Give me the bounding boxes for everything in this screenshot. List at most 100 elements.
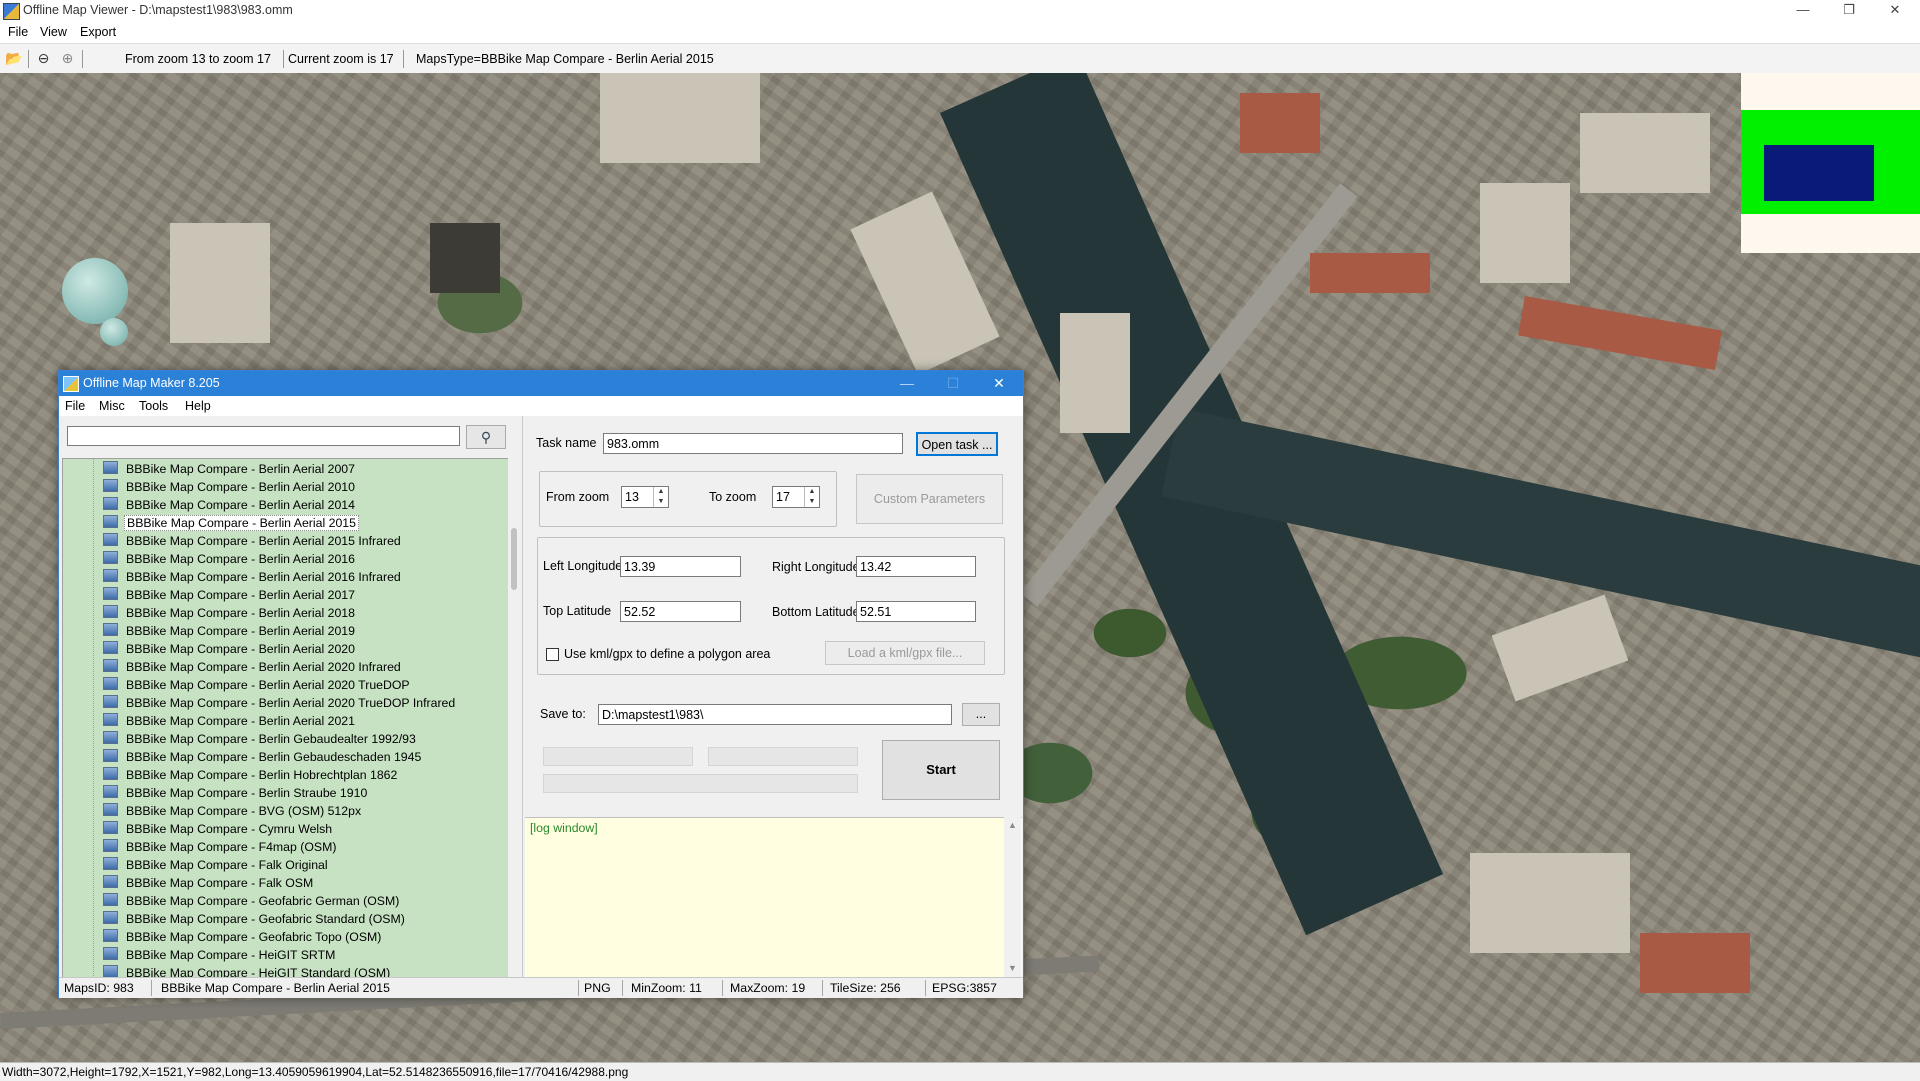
tree-item[interactable]: BBBike Map Compare - Berlin Gebaudeschad…	[103, 749, 423, 767]
building	[600, 73, 760, 163]
zoom-out-icon[interactable]: ⊖	[35, 50, 52, 67]
tree-item[interactable]: BBBike Map Compare - Cymru Welsh	[103, 821, 334, 839]
tree-item[interactable]: BBBike Map Compare - Berlin Aerial 2010	[103, 479, 357, 497]
tree-item[interactable]: BBBike Map Compare - Geofabric Standard …	[103, 911, 407, 929]
map-layer-icon	[103, 821, 118, 834]
dialog-menu-tools[interactable]: Tools	[139, 399, 168, 413]
dialog-menu-file[interactable]: File	[65, 399, 85, 413]
dialog-menu-misc[interactable]: Misc	[99, 399, 125, 413]
restore-button[interactable]: ❐	[1826, 0, 1872, 22]
progress-bar	[543, 774, 858, 793]
log-window[interactable]: [log window]	[525, 817, 1022, 978]
tree-item[interactable]: BBBike Map Compare - Berlin Aerial 2018	[103, 605, 357, 623]
map-search-input[interactable]	[67, 426, 460, 446]
tree-item-label: BBBike Map Compare - Falk OSM	[126, 876, 314, 890]
spinner-down-icon[interactable]: ▼	[653, 497, 668, 507]
to-zoom-spinner[interactable]: 17 ▲ ▼	[772, 486, 820, 508]
scrollbar-thumb[interactable]	[511, 528, 517, 590]
tree-item[interactable]: BBBike Map Compare - Berlin Aerial 2019	[103, 623, 357, 641]
close-button[interactable]: ✕	[1872, 0, 1918, 22]
tree-item[interactable]: BBBike Map Compare - Berlin Aerial 2020	[103, 641, 357, 659]
tree-item[interactable]: BBBike Map Compare - Berlin Aerial 2017	[103, 587, 357, 605]
dialog-maximize-button[interactable]: ☐	[931, 371, 975, 396]
open-folder-icon[interactable]: 📂	[5, 50, 22, 67]
dialog-close-button[interactable]: ✕	[977, 371, 1021, 396]
tree-item[interactable]: BBBike Map Compare - Berlin Aerial 2020 …	[103, 677, 412, 695]
tree-item-label: BBBike Map Compare - Cymru Welsh	[126, 822, 333, 836]
tree-item-label: BBBike Map Compare - Berlin Aerial 2020 …	[126, 678, 410, 692]
spinner-up-icon[interactable]: ▲	[804, 487, 819, 497]
dialog-menu-help[interactable]: Help	[185, 399, 211, 413]
tree-item[interactable]: BBBike Map Compare - Berlin Aerial 2020 …	[103, 659, 403, 677]
open-task-button[interactable]: Open task ...	[916, 432, 998, 456]
tree-item-label: BBBike Map Compare - Berlin Aerial 2010	[126, 480, 355, 494]
building	[1240, 93, 1320, 153]
to-zoom-label: To zoom	[709, 490, 757, 504]
tree-item-label: BBBike Map Compare - Berlin Aerial 2014	[126, 498, 355, 512]
map-layer-icon	[103, 929, 118, 942]
map-type-tree[interactable]: BBBike Map Compare - Berlin Aerial 2007 B…	[62, 458, 510, 979]
tree-item[interactable]: BBBike Map Compare - Falk Original	[103, 857, 330, 875]
search-icon: ⚲	[480, 429, 492, 445]
load-kml-button[interactable]: Load a kml/gpx file...	[825, 641, 985, 665]
map-layer-icon	[103, 839, 118, 852]
tree-item[interactable]: BBBike Map Compare - Berlin Aerial 2015 …	[103, 533, 403, 551]
tree-item[interactable]: BBBike Map Compare - Berlin Straube 1910	[103, 785, 369, 803]
overview-viewport[interactable]	[1764, 145, 1874, 201]
building	[850, 191, 1000, 375]
tree-scrollbar[interactable]	[508, 458, 522, 977]
max-zoom-text: MaxZoom: 19	[730, 981, 806, 995]
tree-item[interactable]: BBBike Map Compare - Berlin Gebaudealter…	[103, 731, 418, 749]
dialog-minimize-button[interactable]: —	[885, 371, 929, 396]
menu-export[interactable]: Export	[80, 25, 116, 39]
tree-item-label: BBBike Map Compare - Berlin Hobrechtplan…	[126, 768, 398, 782]
custom-parameters-button[interactable]: Custom Parameters	[856, 474, 1003, 524]
tree-item[interactable]: BBBike Map Compare - HeiGIT SRTM	[103, 947, 337, 965]
tree-item[interactable]: BBBike Map Compare - BVG (OSM) 512px	[103, 803, 363, 821]
map-layer-icon	[103, 695, 118, 708]
spinner-down-icon[interactable]: ▼	[804, 497, 819, 507]
tree-item[interactable]: BBBike Map Compare - Berlin Aerial 2014	[103, 497, 357, 515]
tree-item[interactable]: BBBike Map Compare - Berlin Hobrechtplan…	[103, 767, 399, 785]
tree-item-label: BBBike Map Compare - Geofabric Standard …	[126, 912, 405, 926]
minimize-button[interactable]: —	[1780, 0, 1826, 22]
tree-item[interactable]: BBBike Map Compare - Berlin Aerial 2015	[103, 515, 359, 533]
left-longitude-input[interactable]: 13.39	[620, 556, 741, 577]
from-zoom-label: From zoom	[546, 490, 610, 504]
left-longitude-label: Left Longitude	[543, 559, 623, 573]
start-button[interactable]: Start	[882, 740, 1000, 800]
save-to-input[interactable]: D:\mapstest1\983\	[598, 704, 952, 725]
right-longitude-input[interactable]: 13.42	[856, 556, 976, 577]
scroll-down-icon[interactable]: ▼	[1008, 963, 1017, 973]
epsg-text: EPSG:3857	[932, 981, 997, 995]
dialog-menubar: File Misc Tools Help	[59, 396, 1023, 416]
tree-item[interactable]: BBBike Map Compare - Berlin Aerial 2016 …	[103, 569, 403, 587]
zoom-in-icon[interactable]: ⊕	[59, 50, 76, 67]
menu-view[interactable]: View	[40, 25, 67, 39]
spinner-up-icon[interactable]: ▲	[653, 487, 668, 497]
maps-id-text: MapsID: 983	[64, 981, 134, 995]
tree-item[interactable]: BBBike Map Compare - Berlin Aerial 2016	[103, 551, 357, 569]
dialog-titlebar[interactable]: Offline Map Maker 8.205 — ☐ ✕	[59, 371, 1023, 396]
scroll-up-icon[interactable]: ▲	[1008, 820, 1017, 830]
use-kml-checkbox[interactable]	[546, 648, 559, 661]
search-button[interactable]: ⚲	[466, 425, 506, 449]
tree-item[interactable]: BBBike Map Compare - Berlin Aerial 2007	[103, 461, 357, 479]
top-latitude-input[interactable]: 52.52	[620, 601, 741, 622]
bottom-latitude-input[interactable]: 52.51	[856, 601, 976, 622]
from-zoom-spinner[interactable]: 13 ▲ ▼	[621, 486, 669, 508]
browse-button[interactable]: ...	[962, 703, 1000, 726]
tree-item[interactable]: BBBike Map Compare - F4map (OSM)	[103, 839, 338, 857]
task-name-input[interactable]: 983.omm	[603, 433, 903, 454]
tree-item[interactable]: BBBike Map Compare - Berlin Aerial 2021	[103, 713, 357, 731]
panel-splitter[interactable]	[522, 416, 523, 977]
tree-item[interactable]: BBBike Map Compare - Berlin Aerial 2020 …	[103, 695, 457, 713]
menu-file[interactable]: File	[8, 25, 28, 39]
progress-bar	[543, 747, 693, 766]
log-scrollbar[interactable]: ▲ ▼	[1004, 817, 1021, 977]
tree-item[interactable]: BBBike Map Compare - Falk OSM	[103, 875, 315, 893]
tree-item[interactable]: BBBike Map Compare - Geofabric German (O…	[103, 893, 401, 911]
tree-item[interactable]: BBBike Map Compare - Geofabric Topo (OSM…	[103, 929, 383, 947]
building	[1470, 853, 1630, 953]
map-layer-icon	[103, 569, 118, 582]
